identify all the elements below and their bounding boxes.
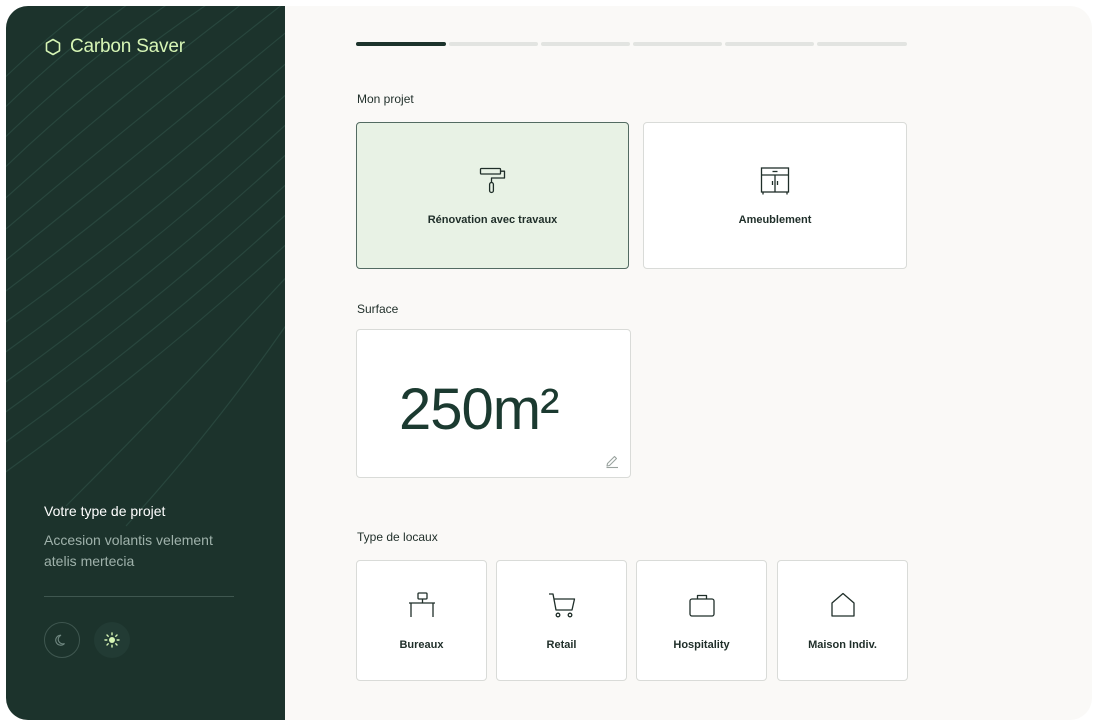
locaux-option-label: Hospitality — [673, 638, 730, 651]
progress-step-4 — [633, 42, 722, 46]
project-option-label: Ameublement — [738, 213, 812, 226]
surface-section-label: Surface — [357, 302, 399, 316]
dark-mode-button[interactable] — [44, 622, 80, 658]
sidebar-title: Votre type de projet — [44, 503, 166, 519]
project-option-ameublement[interactable]: Ameublement — [643, 122, 907, 269]
locaux-option-hospitality[interactable]: Hospitality — [636, 560, 767, 681]
progress-step-3 — [541, 42, 630, 46]
cart-icon — [548, 592, 575, 617]
sun-icon — [104, 632, 120, 648]
locaux-section-label: Type de locaux — [357, 530, 438, 544]
brand[interactable]: Carbon Saver — [44, 36, 185, 58]
paint-roller-icon — [479, 167, 505, 193]
sidebar: Carbon Saver Votre type de projet Accesi… — [6, 6, 285, 720]
progress-step-1 — [356, 42, 446, 46]
locaux-option-maison[interactable]: Maison Indiv. — [777, 560, 908, 681]
edit-icon[interactable] — [604, 453, 620, 469]
sidebar-description: Accesion volantis velement atelis mertec… — [44, 532, 213, 569]
locaux-option-label: Retail — [546, 638, 577, 651]
progress-step-2 — [449, 42, 538, 46]
progress-step-6 — [817, 42, 907, 46]
locaux-option-label: Maison Indiv. — [808, 638, 877, 651]
app-frame: Carbon Saver Votre type de projet Accesi… — [6, 6, 1092, 720]
surface-input[interactable]: 250m² — [356, 329, 631, 478]
sidebar-background-pattern — [6, 6, 285, 527]
project-option-renovation[interactable]: Rénovation avec travaux — [356, 122, 629, 269]
briefcase-icon — [688, 594, 715, 617]
brand-name: Carbon Saver — [70, 36, 185, 57]
project-option-label: Rénovation avec travaux — [427, 213, 558, 226]
desk-icon — [408, 591, 435, 617]
light-mode-button[interactable] — [94, 622, 130, 658]
brand-logo-icon — [45, 38, 61, 56]
project-section-label: Mon projet — [357, 92, 414, 106]
cabinet-icon — [760, 166, 790, 194]
progress-step-5 — [725, 42, 814, 46]
sidebar-divider — [44, 596, 234, 597]
moon-icon — [55, 634, 65, 646]
locaux-option-retail[interactable]: Retail — [496, 560, 627, 681]
locaux-option-label: Bureaux — [399, 638, 444, 651]
locaux-option-bureaux[interactable]: Bureaux — [356, 560, 487, 681]
house-icon — [830, 592, 855, 617]
surface-value: 250m² — [399, 377, 559, 442]
